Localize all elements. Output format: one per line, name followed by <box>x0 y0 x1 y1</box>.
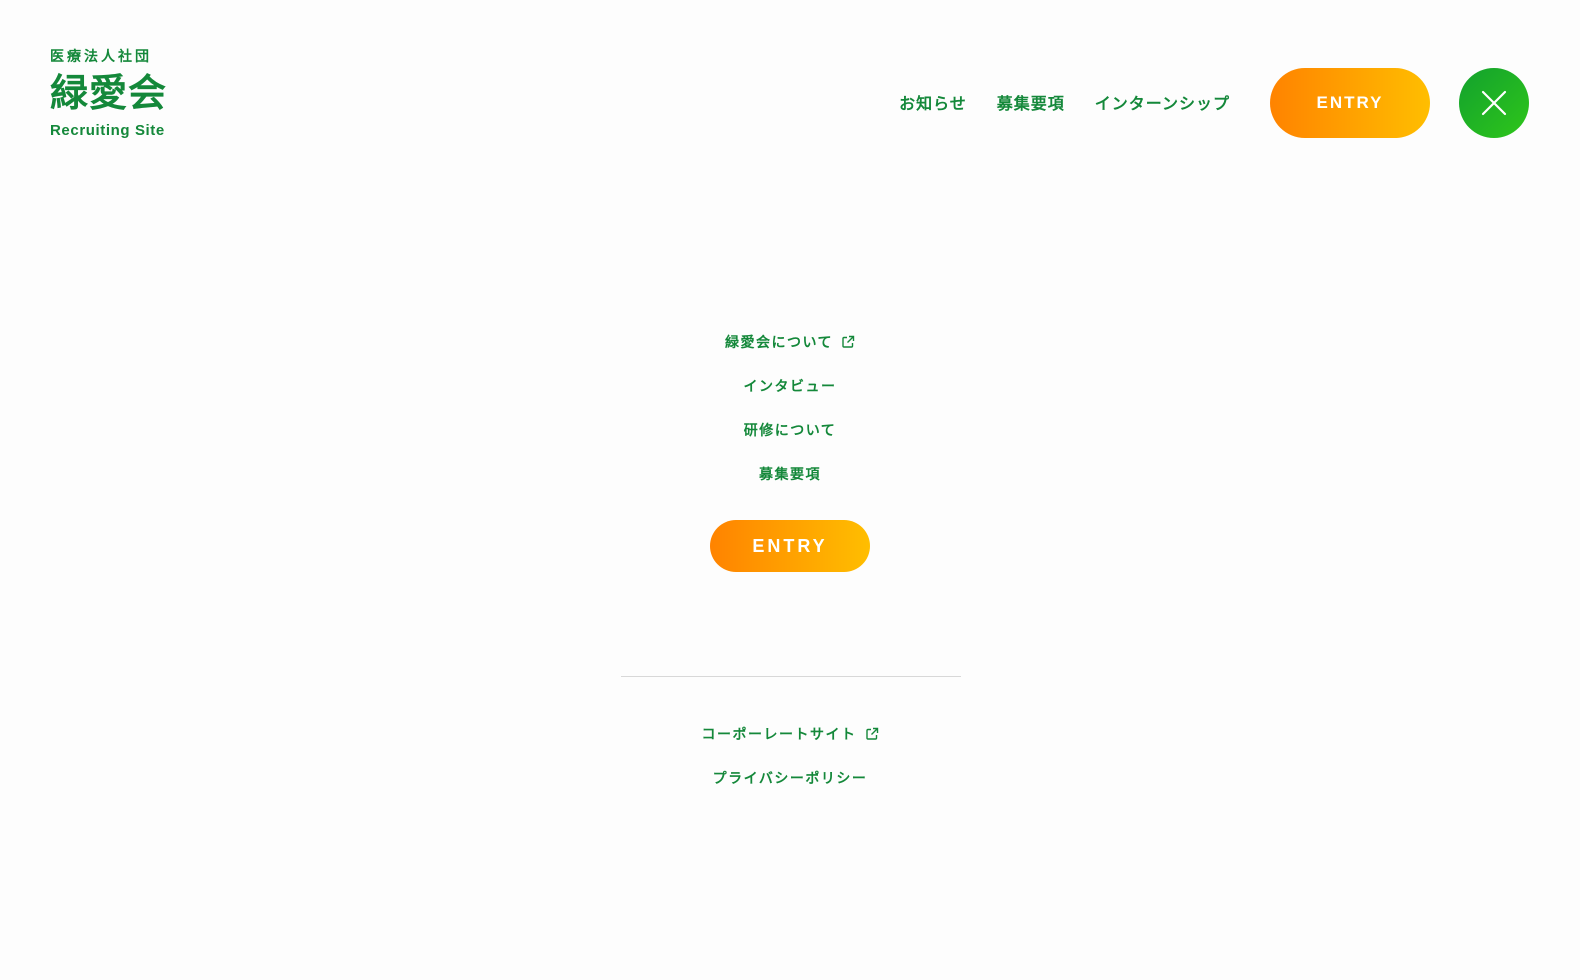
menu-overlay: 医療法人社団 緑愛会 Recruiting Site お知らせ 募集要項 インタ… <box>0 0 1580 980</box>
menu-entry-button[interactable]: ENTRY <box>710 520 870 572</box>
close-menu-button[interactable] <box>1459 68 1529 138</box>
main-menu: 緑愛会について インタビュー 研修について 募集要項 ENTRY <box>0 320 1580 572</box>
header-nav-internship[interactable]: インターンシップ <box>1095 90 1230 114</box>
menu-item-label: 募集要項 <box>759 467 821 483</box>
menu-item-requirements[interactable]: 募集要項 <box>759 452 821 496</box>
header-nav-requirements[interactable]: 募集要項 <box>997 90 1065 114</box>
menu-item-interview[interactable]: インタビュー <box>744 364 837 408</box>
menu-divider <box>621 676 961 677</box>
menu-item-training[interactable]: 研修について <box>744 408 837 452</box>
site-logo[interactable]: 医療法人社団 緑愛会 Recruiting Site <box>50 48 180 141</box>
external-link-icon <box>865 727 879 741</box>
header-entry-button[interactable]: ENTRY <box>1270 68 1430 138</box>
sub-menu: コーポーレートサイト プライバシーポリシー <box>0 712 1580 800</box>
sub-menu-item-label: コーポーレートサイト <box>701 727 857 743</box>
close-icon <box>1481 90 1507 116</box>
menu-item-label: 緑愛会について <box>724 335 834 351</box>
header-nav-news[interactable]: お知らせ <box>899 90 967 114</box>
sub-menu-item-corporate-site[interactable]: コーポーレートサイト <box>702 712 879 756</box>
header-nav: お知らせ 募集要項 インターンシップ <box>899 67 1230 137</box>
menu-item-about[interactable]: 緑愛会について <box>725 320 855 364</box>
sub-menu-item-privacy-policy[interactable]: プライバシーポリシー <box>713 756 868 800</box>
menu-item-label: 研修について <box>743 423 837 439</box>
logo-name: 緑愛会 <box>50 70 168 115</box>
external-link-icon <box>841 335 855 349</box>
logo-subtitle: 医療法人社団 <box>50 49 152 65</box>
logo-tagline: Recruiting Site <box>50 122 165 139</box>
menu-item-label: インタビュー <box>743 379 837 395</box>
sub-menu-item-label: プライバシーポリシー <box>712 771 868 787</box>
